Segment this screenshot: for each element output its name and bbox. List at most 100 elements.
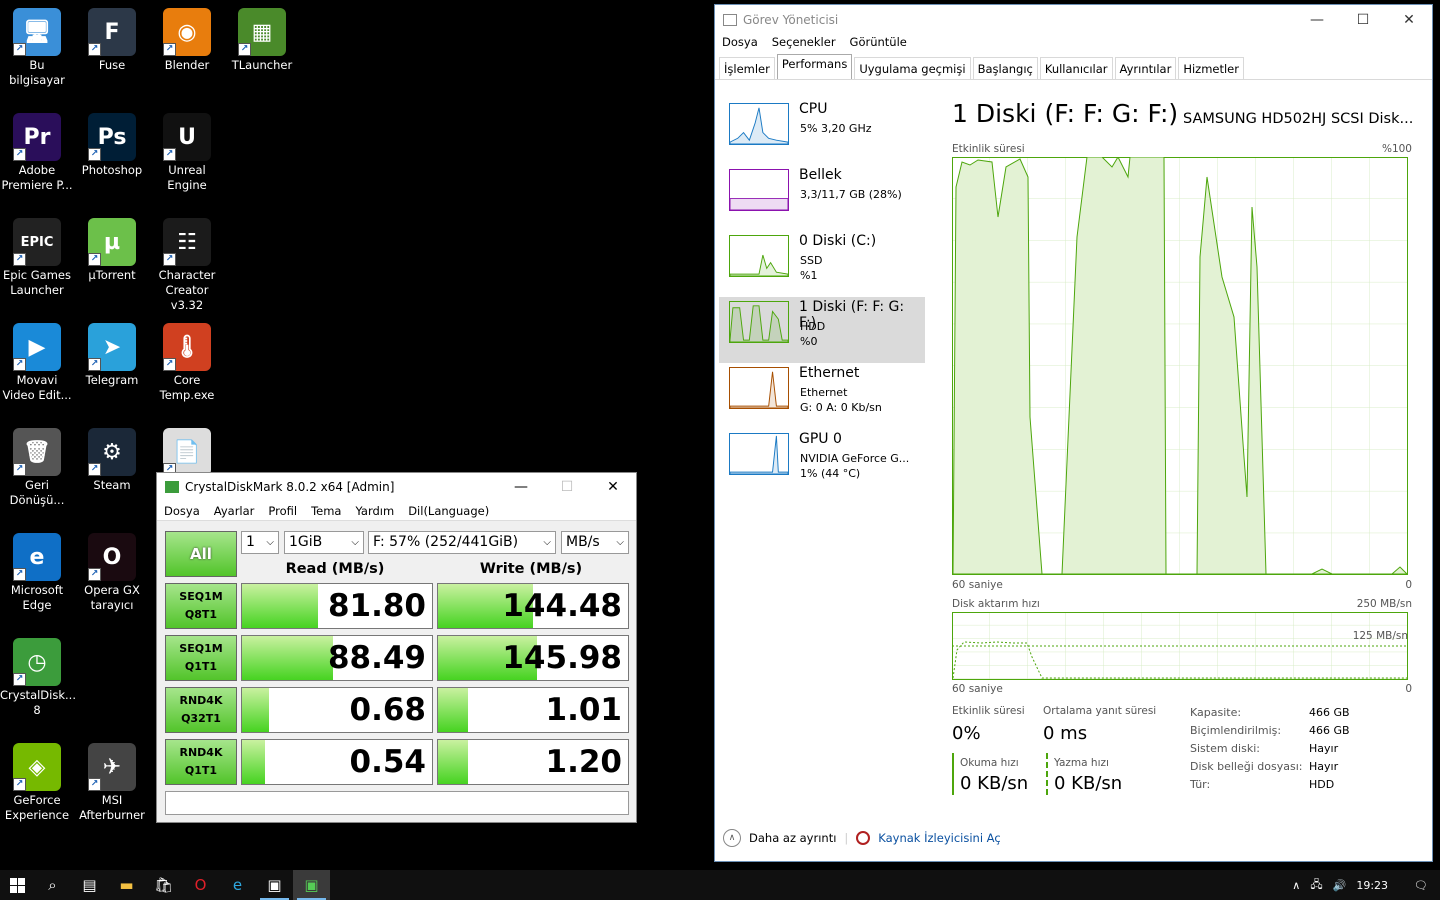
desktop-icon-msi-afterburner[interactable]: ✈ ↗ MSI Afterburner: [75, 743, 149, 823]
tab-islemler[interactable]: İşlemler: [719, 57, 775, 79]
cdm-menu-ayarlar[interactable]: Ayarlar: [214, 504, 255, 518]
fewer-details-link[interactable]: Daha az ayrıntı: [749, 831, 836, 845]
cdm-menu-yardim[interactable]: Yardım: [355, 504, 394, 518]
tab-baslangic[interactable]: Başlangıç: [972, 57, 1038, 79]
minimize-button[interactable]: —: [1294, 12, 1340, 28]
desktop-icon-crystaldisk-8[interactable]: ◷ ↗ CrystalDisk... 8: [0, 638, 76, 718]
tab-hizmetler[interactable]: Hizmetler: [1178, 57, 1244, 79]
file-explorer-icon[interactable]: ▬: [108, 870, 145, 900]
prop-key: Biçimlendirilmiş:: [1190, 724, 1282, 737]
count-select[interactable]: 1 ⌵: [241, 531, 279, 554]
perf-item-4[interactable]: Ethernet Ethernet G: 0 A: 0 Kb/sn: [719, 363, 925, 429]
cdm-maximize-button[interactable]: ☐: [544, 479, 590, 495]
desktop-icon-label: Epic Games Launcher: [3, 268, 71, 297]
desktop-icon-geforce-experience[interactable]: ◈ ↗ GeForce Experience: [0, 743, 74, 823]
desktop-icon-adobe-premiere-p-[interactable]: Pr ↗ Adobe Premiere P...: [0, 113, 74, 193]
tab-kullanicilar[interactable]: Kullanıcılar: [1039, 57, 1113, 79]
task-view-icon[interactable]: ▤: [71, 870, 108, 900]
resource-monitor-link[interactable]: Kaynak İzleyicisini Aç: [878, 831, 1000, 845]
desktop-icon-telegram[interactable]: ➤ ↗ Telegram: [75, 323, 149, 388]
maximize-button[interactable]: ☐: [1340, 12, 1386, 28]
test-button-1[interactable]: SEQ1M Q1T1: [165, 635, 237, 681]
chevron-up-icon[interactable]: ∧: [723, 829, 741, 847]
tab-ayrintilar[interactable]: Ayrıntılar: [1114, 57, 1177, 79]
crystaldiskmark-taskbar-icon[interactable]: ▣: [293, 870, 330, 900]
test-button-3[interactable]: RND4K Q1T1: [165, 739, 237, 785]
desktop-icon-fuse[interactable]: F ↗ Fuse: [75, 8, 149, 73]
perf-item-5[interactable]: GPU 0 NVIDIA GeForce G... 1% (44 °C): [719, 429, 925, 495]
search-icon[interactable]: ⌕: [34, 870, 71, 900]
menu-secenekler[interactable]: Seçenekler: [772, 35, 836, 53]
cdm-menu-dosya[interactable]: Dosya: [164, 504, 200, 518]
fuse-icon: F ↗: [88, 8, 136, 56]
read-result-value: 0.68: [349, 692, 427, 728]
task-manager-taskbar-icon[interactable]: ▣: [256, 870, 293, 900]
steam-icon: ⚙ ↗: [88, 428, 136, 476]
notification-icon[interactable]: 🗨: [1414, 879, 1428, 892]
comment-input[interactable]: [165, 791, 629, 815]
desktop-icon-tlauncher[interactable]: ▦ ↗ TLauncher: [225, 8, 299, 73]
recycle-bin-icon: 🗑 ↗: [13, 428, 61, 476]
shortcut-arrow-icon: ↗: [88, 253, 101, 266]
perf-item-1[interactable]: Bellek 3,3/11,7 GB (28%): [719, 165, 925, 231]
cdm-menu-profil[interactable]: Profil: [268, 504, 297, 518]
volume-icon[interactable]: 🔊: [1333, 879, 1347, 892]
graph2-mid: 125 MB/sn: [1352, 630, 1408, 642]
menu-dosya[interactable]: Dosya: [722, 35, 758, 53]
close-button[interactable]: ✕: [1386, 12, 1432, 28]
cdm-menu-language[interactable]: Dil(Language): [408, 504, 489, 518]
tab-performans[interactable]: Performans: [776, 54, 853, 79]
desktop-icon-epic-games-launcher[interactable]: EPIC ↗ Epic Games Launcher: [0, 218, 74, 298]
edge-icon[interactable]: e: [219, 870, 256, 900]
read-result-value: 88.49: [327, 640, 426, 676]
perf-item-2[interactable]: 0 Diski (C:) SSD %1: [719, 231, 925, 297]
perf-item-3[interactable]: 1 Diski (F: F: G: F:) HDD %0: [719, 297, 925, 363]
desktop-icon-blender[interactable]: ◉ ↗ Blender: [150, 8, 224, 73]
desktop-icon-file[interactable]: 📄 ↗: [150, 428, 224, 478]
desktop-icon-opera-gx-taray-c-[interactable]: O ↗ Opera GX tarayıcı: [75, 533, 149, 613]
perf-item-name: Ethernet: [799, 365, 860, 381]
start-button[interactable]: [0, 870, 34, 900]
shortcut-arrow-icon: ↗: [88, 358, 101, 371]
desktop-icon-geri-d-n-[interactable]: 🗑 ↗ Geri Dönüşü...: [0, 428, 74, 508]
desktop-icon--torrent[interactable]: µ ↗ µTorrent: [75, 218, 149, 283]
desktop-icon-label: MSI Afterburner: [79, 793, 145, 822]
opera-icon[interactable]: O: [182, 870, 219, 900]
graph1-label: Etkinlik süresi: [952, 143, 1025, 155]
desktop-icon-movavi-video-edit-[interactable]: ▶ ↗ Movavi Video Edit...: [0, 323, 74, 403]
desktop-icon-steam[interactable]: ⚙ ↗ Steam: [75, 428, 149, 493]
cdm-minimize-button[interactable]: —: [498, 479, 544, 495]
test-button-2[interactable]: RND4K Q32T1: [165, 687, 237, 733]
menu-goruntule[interactable]: Görüntüle: [850, 35, 907, 53]
drive-select[interactable]: F: 57% (252/441GiB) ⌵: [368, 531, 556, 554]
read-result-bar: [242, 740, 265, 784]
perf-item-0[interactable]: CPU 5% 3,20 GHz: [719, 99, 925, 165]
cdm-menu-tema[interactable]: Tema: [311, 504, 341, 518]
desktop-icon-core-temp-exe[interactable]: 🌡 ↗ Core Temp.exe: [150, 323, 224, 403]
graph1-max: %100: [1381, 143, 1412, 155]
unit-select[interactable]: MB/s ⌵: [561, 531, 629, 554]
desktop-icon-photoshop[interactable]: Ps ↗ Photoshop: [75, 113, 149, 178]
tm-title: Görev Yöneticisi: [743, 13, 839, 27]
chevron-up-icon[interactable]: ∧: [1292, 879, 1300, 892]
tab-uygulama-gecmisi[interactable]: Uygulama geçmişi: [854, 57, 971, 79]
desktop-icon-character-creator-v3-32[interactable]: ☷ ↗ Character Creator v3.32: [150, 218, 224, 313]
read-result-cell: 88.49: [241, 635, 433, 681]
test-button-0[interactable]: SEQ1M Q8T1: [165, 583, 237, 629]
desktop-icon-unreal-engine[interactable]: U ↗ Unreal Engine: [150, 113, 224, 193]
store-icon[interactable]: 🛍: [145, 870, 182, 900]
all-button[interactable]: All: [165, 531, 237, 577]
graph1-min: 0: [1405, 579, 1412, 591]
activity-label: Etkinlik süresi: [952, 705, 1025, 717]
desktop-icon-bu-bilgisayar[interactable]: 🖥 ↗ Bu bilgisayar: [0, 8, 74, 88]
perf-thumb-graph: [729, 367, 789, 409]
size-select[interactable]: 1GiB ⌵: [284, 531, 364, 554]
cdm-close-button[interactable]: ✕: [590, 479, 636, 495]
network-icon[interactable]: 🖧: [1310, 876, 1322, 895]
desktop-icon-microsoft-edge[interactable]: e ↗ Microsoft Edge: [0, 533, 74, 613]
file-icon: 📄 ↗: [163, 428, 211, 476]
perf-thumb-graph: [729, 301, 789, 343]
write-header: Write (MB/s): [479, 561, 583, 577]
clock[interactable]: 19:23: [1356, 879, 1388, 892]
chevron-down-icon: ⌵: [543, 537, 551, 548]
